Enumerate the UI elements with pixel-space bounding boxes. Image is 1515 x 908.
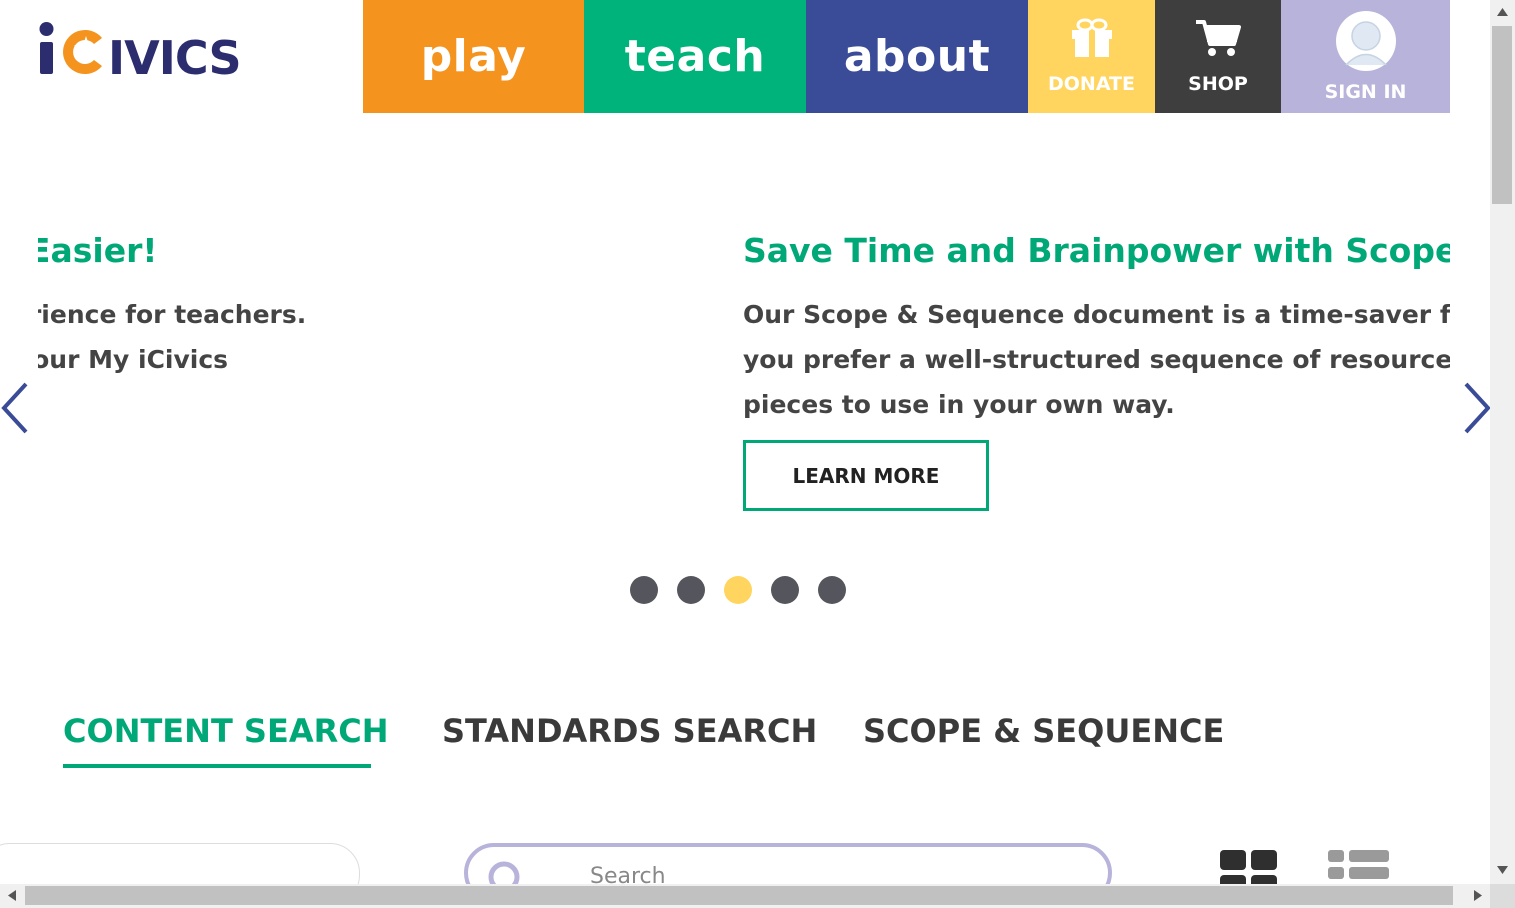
scroll-left-icon[interactable] xyxy=(8,890,16,901)
current-slide-title: Save Time and Brainpower with Scope & S xyxy=(743,231,1450,270)
slider-dot[interactable] xyxy=(771,576,799,604)
previous-slide-title: ot Easier! xyxy=(38,231,158,270)
nav-play[interactable]: play xyxy=(363,0,584,113)
scrollbar-corner xyxy=(1490,884,1515,908)
gift-icon xyxy=(1069,18,1115,63)
current-slide-text: Our Scope & Sequence document is a time-… xyxy=(743,292,1450,427)
previous-slide: ot Easier! xperience for teachers. to yo… xyxy=(38,231,478,382)
slider-dot[interactable] xyxy=(818,576,846,604)
nav-sign-in[interactable]: SIGN IN xyxy=(1281,0,1450,113)
tab-standards-search[interactable]: STANDARDS SEARCH xyxy=(442,712,817,750)
current-slide-line: Our Scope & Sequence document is a time-… xyxy=(743,300,1450,329)
nav-sign-in-label: SIGN IN xyxy=(1324,81,1407,103)
nav-shop-label: SHOP xyxy=(1188,73,1248,95)
main-nav: play teach about DONATE SHOP SIGN IN xyxy=(363,0,1450,113)
slider-next-arrow-icon[interactable] xyxy=(1460,380,1494,436)
previous-slide-line: xperience for teachers. xyxy=(38,300,307,329)
slider-dot-active[interactable] xyxy=(724,576,752,604)
current-slide: Save Time and Brainpower with Scope & S … xyxy=(743,231,1450,427)
vertical-scrollbar[interactable] xyxy=(1490,0,1515,884)
svg-text:IVICS: IVICS xyxy=(108,31,241,78)
user-avatar-icon xyxy=(1335,10,1397,77)
nav-about[interactable]: about xyxy=(806,0,1028,113)
nav-about-label: about xyxy=(843,31,991,82)
scroll-down-icon[interactable] xyxy=(1497,866,1508,874)
hero-slider: ot Easier! xperience for teachers. to yo… xyxy=(38,113,1450,633)
search-tabs: CONTENT SEARCH STANDARDS SEARCH SCOPE & … xyxy=(0,712,1490,772)
slider-dot[interactable] xyxy=(630,576,658,604)
tab-content-search[interactable]: CONTENT SEARCH xyxy=(63,712,388,750)
scroll-up-icon[interactable] xyxy=(1497,8,1508,16)
tab-scope-sequence[interactable]: SCOPE & SEQUENCE xyxy=(863,712,1224,750)
slider-dots xyxy=(630,576,846,604)
list-view-icon[interactable] xyxy=(1328,850,1390,888)
previous-slide-line: to your My iCivics xyxy=(38,345,229,374)
grid-view-icon[interactable] xyxy=(1220,850,1278,895)
horizontal-scrollbar[interactable] xyxy=(0,884,1490,908)
nav-play-label: play xyxy=(420,31,527,82)
icivics-logo[interactable]: IVICS xyxy=(38,20,278,85)
nav-donate[interactable]: DONATE xyxy=(1028,0,1155,113)
current-slide-line: pieces to use in your own way. xyxy=(743,390,1175,419)
slider-dot[interactable] xyxy=(677,576,705,604)
vertical-scroll-thumb[interactable] xyxy=(1492,26,1512,204)
nav-teach-label: teach xyxy=(624,31,766,82)
slider-prev-arrow-icon[interactable] xyxy=(0,380,34,436)
active-tab-underline xyxy=(63,764,371,768)
previous-slide-text: xperience for teachers. to your My iCivi… xyxy=(38,292,478,382)
learn-more-button[interactable]: LEARN MORE xyxy=(743,440,989,511)
cart-icon xyxy=(1194,18,1242,63)
nav-teach[interactable]: teach xyxy=(584,0,806,113)
current-slide-line: you prefer a well-structured sequence of… xyxy=(743,345,1450,374)
scroll-right-icon[interactable] xyxy=(1474,890,1482,901)
nav-donate-label: DONATE xyxy=(1048,73,1135,95)
horizontal-scroll-thumb[interactable] xyxy=(25,886,1453,905)
nav-shop[interactable]: SHOP xyxy=(1155,0,1281,113)
